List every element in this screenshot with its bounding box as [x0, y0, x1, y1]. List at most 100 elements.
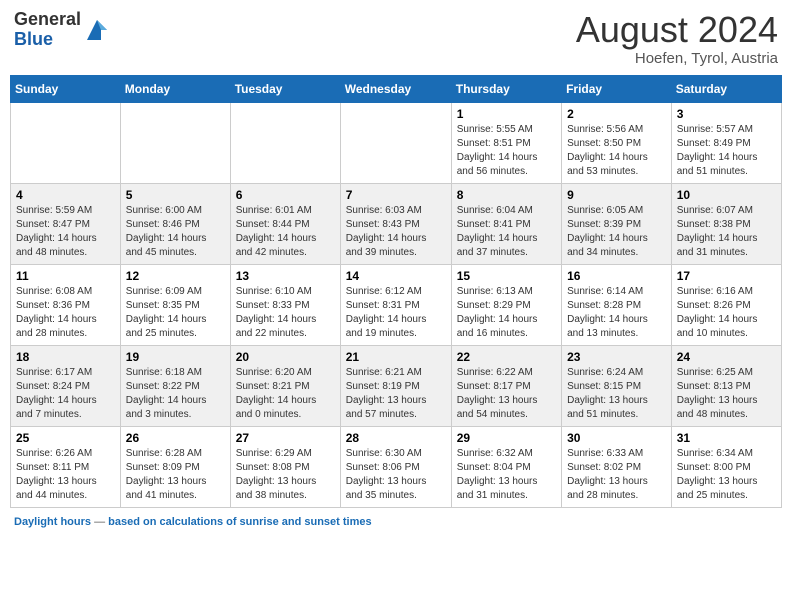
day-info: Sunrise: 6:05 AMSunset: 8:39 PMDaylight:… [567, 204, 666, 260]
calendar-cell: 29 Sunrise: 6:32 AMSunset: 8:04 PMDayligh… [451, 426, 561, 507]
day-number: 5 [126, 188, 225, 202]
calendar-week-row: 11Sunrise: 6:08 AMSunset: 8:36 PMDayligh… [11, 264, 782, 345]
day-info: Sunrise: 6:22 AMSunset: 8:17 PMDaylight:… [457, 366, 556, 422]
calendar-week-row: 25 Sunrise: 6:26 AMSunset: 8:11 PMDayligh… [11, 426, 782, 507]
day-info: Sunrise: 6:20 AMSunset: 8:21 PMDaylight:… [236, 366, 335, 422]
calendar-cell [120, 102, 230, 183]
day-number: 21 [346, 350, 446, 364]
calendar-cell: 17Sunrise: 6:16 AMSunset: 8:26 PMDayligh… [671, 264, 781, 345]
calendar-week-row: 18Sunrise: 6:17 AMSunset: 8:24 PMDayligh… [11, 345, 782, 426]
logo-blue-text: Blue [14, 29, 53, 49]
day-info: Sunrise: 6:14 AMSunset: 8:28 PMDaylight:… [567, 285, 666, 341]
weekday-header-thursday: Thursday [451, 75, 561, 102]
location-subtitle: Hoefen, Tyrol, Austria [576, 50, 778, 67]
calendar-cell: 18Sunrise: 6:17 AMSunset: 8:24 PMDayligh… [11, 345, 121, 426]
calendar-header-row: SundayMondayTuesdayWednesdayThursdayFrid… [11, 75, 782, 102]
weekday-header-saturday: Saturday [671, 75, 781, 102]
calendar-cell: 27 Sunrise: 6:29 AMSunset: 8:08 PMDayligh… [230, 426, 340, 507]
day-number: 9 [567, 188, 666, 202]
month-year-title: August 2024 [576, 10, 778, 50]
calendar-cell: 19 Sunrise: 6:18 AMSunset: 8:22 PMDayligh… [120, 345, 230, 426]
day-info: Sunrise: 6:18 AMSunset: 8:22 PMDaylight:… [126, 366, 225, 422]
calendar-cell: 14 Sunrise: 6:12 AMSunset: 8:31 PMDayligh… [340, 264, 451, 345]
calendar-cell: 15 Sunrise: 6:13 AMSunset: 8:29 PMDayligh… [451, 264, 561, 345]
day-number: 17 [677, 269, 776, 283]
logo-icon [83, 16, 111, 44]
day-number: 4 [16, 188, 115, 202]
day-info: Sunrise: 6:03 AMSunset: 8:43 PMDaylight:… [346, 204, 446, 260]
calendar-week-row: 4 Sunrise: 5:59 AMSunset: 8:47 PMDaylight… [11, 183, 782, 264]
calendar-cell: 20 Sunrise: 6:20 AMSunset: 8:21 PMDayligh… [230, 345, 340, 426]
weekday-header-friday: Friday [562, 75, 672, 102]
day-number: 13 [236, 269, 335, 283]
day-number: 19 [126, 350, 225, 364]
day-number: 26 [126, 431, 225, 445]
footer-note: Daylight hours — based on calculations o… [10, 516, 782, 528]
calendar-cell: 8 Sunrise: 6:04 AMSunset: 8:41 PMDaylight… [451, 183, 561, 264]
day-info: Sunrise: 6:09 AMSunset: 8:35 PMDaylight:… [126, 285, 225, 341]
day-info: Sunrise: 6:13 AMSunset: 8:29 PMDaylight:… [457, 285, 556, 341]
day-info: Sunrise: 6:33 AMSunset: 8:02 PMDaylight:… [567, 447, 666, 503]
day-info: Sunrise: 6:28 AMSunset: 8:09 PMDaylight:… [126, 447, 225, 503]
calendar-table: SundayMondayTuesdayWednesdayThursdayFrid… [10, 75, 782, 508]
day-info: Sunrise: 6:29 AMSunset: 8:08 PMDaylight:… [236, 447, 335, 503]
calendar-cell [230, 102, 340, 183]
footer-description: based on calculations of sunrise and sun… [108, 516, 371, 528]
day-number: 25 [16, 431, 115, 445]
day-number: 22 [457, 350, 556, 364]
calendar-cell: 21Sunrise: 6:21 AMSunset: 8:19 PMDayligh… [340, 345, 451, 426]
weekday-header-monday: Monday [120, 75, 230, 102]
day-number: 14 [346, 269, 446, 283]
logo: General Blue [14, 10, 111, 50]
day-number: 1 [457, 107, 556, 121]
calendar-cell: 1Sunrise: 5:55 AMSunset: 8:51 PMDaylight… [451, 102, 561, 183]
day-number: 6 [236, 188, 335, 202]
day-number: 28 [346, 431, 446, 445]
calendar-cell: 31 Sunrise: 6:34 AMSunset: 8:00 PMDayligh… [671, 426, 781, 507]
day-info: Sunrise: 6:25 AMSunset: 8:13 PMDaylight:… [677, 366, 776, 422]
day-info: Sunrise: 5:59 AMSunset: 8:47 PMDaylight:… [16, 204, 115, 260]
calendar-cell: 9 Sunrise: 6:05 AMSunset: 8:39 PMDaylight… [562, 183, 672, 264]
calendar-cell: 28Sunrise: 6:30 AMSunset: 8:06 PMDayligh… [340, 426, 451, 507]
calendar-cell: 23 Sunrise: 6:24 AMSunset: 8:15 PMDayligh… [562, 345, 672, 426]
day-number: 24 [677, 350, 776, 364]
calendar-cell: 11Sunrise: 6:08 AMSunset: 8:36 PMDayligh… [11, 264, 121, 345]
day-number: 18 [16, 350, 115, 364]
day-number: 27 [236, 431, 335, 445]
calendar-cell: 22 Sunrise: 6:22 AMSunset: 8:17 PMDayligh… [451, 345, 561, 426]
daylight-hours-label: Daylight hours [14, 516, 91, 528]
day-info: Sunrise: 6:24 AMSunset: 8:15 PMDaylight:… [567, 366, 666, 422]
day-number: 8 [457, 188, 556, 202]
day-info: Sunrise: 6:34 AMSunset: 8:00 PMDaylight:… [677, 447, 776, 503]
day-info: Sunrise: 6:32 AMSunset: 8:04 PMDaylight:… [457, 447, 556, 503]
day-number: 7 [346, 188, 446, 202]
day-number: 16 [567, 269, 666, 283]
day-number: 23 [567, 350, 666, 364]
day-info: Sunrise: 6:26 AMSunset: 8:11 PMDaylight:… [16, 447, 115, 503]
title-block: August 2024 Hoefen, Tyrol, Austria [576, 10, 778, 67]
day-info: Sunrise: 6:04 AMSunset: 8:41 PMDaylight:… [457, 204, 556, 260]
calendar-cell: 6 Sunrise: 6:01 AMSunset: 8:44 PMDaylight… [230, 183, 340, 264]
calendar-cell [340, 102, 451, 183]
page-header: General Blue August 2024 Hoefen, Tyrol, … [10, 10, 782, 67]
day-info: Sunrise: 6:01 AMSunset: 8:44 PMDaylight:… [236, 204, 335, 260]
calendar-cell: 16 Sunrise: 6:14 AMSunset: 8:28 PMDayligh… [562, 264, 672, 345]
calendar-cell: 7 Sunrise: 6:03 AMSunset: 8:43 PMDaylight… [340, 183, 451, 264]
logo-general-text: General [14, 9, 81, 29]
calendar-cell: 2Sunrise: 5:56 AMSunset: 8:50 PMDaylight… [562, 102, 672, 183]
day-number: 15 [457, 269, 556, 283]
day-number: 31 [677, 431, 776, 445]
day-number: 20 [236, 350, 335, 364]
day-info: Sunrise: 5:57 AMSunset: 8:49 PMDaylight:… [677, 123, 776, 179]
calendar-cell: 24 Sunrise: 6:25 AMSunset: 8:13 PMDayligh… [671, 345, 781, 426]
day-number: 29 [457, 431, 556, 445]
calendar-cell: 30 Sunrise: 6:33 AMSunset: 8:02 PMDayligh… [562, 426, 672, 507]
day-info: Sunrise: 6:12 AMSunset: 8:31 PMDaylight:… [346, 285, 446, 341]
day-info: Sunrise: 6:10 AMSunset: 8:33 PMDaylight:… [236, 285, 335, 341]
calendar-cell: 26 Sunrise: 6:28 AMSunset: 8:09 PMDayligh… [120, 426, 230, 507]
calendar-cell: 4 Sunrise: 5:59 AMSunset: 8:47 PMDaylight… [11, 183, 121, 264]
day-number: 30 [567, 431, 666, 445]
weekday-header-sunday: Sunday [11, 75, 121, 102]
calendar-week-row: 1Sunrise: 5:55 AMSunset: 8:51 PMDaylight… [11, 102, 782, 183]
calendar-cell: 12Sunrise: 6:09 AMSunset: 8:35 PMDayligh… [120, 264, 230, 345]
